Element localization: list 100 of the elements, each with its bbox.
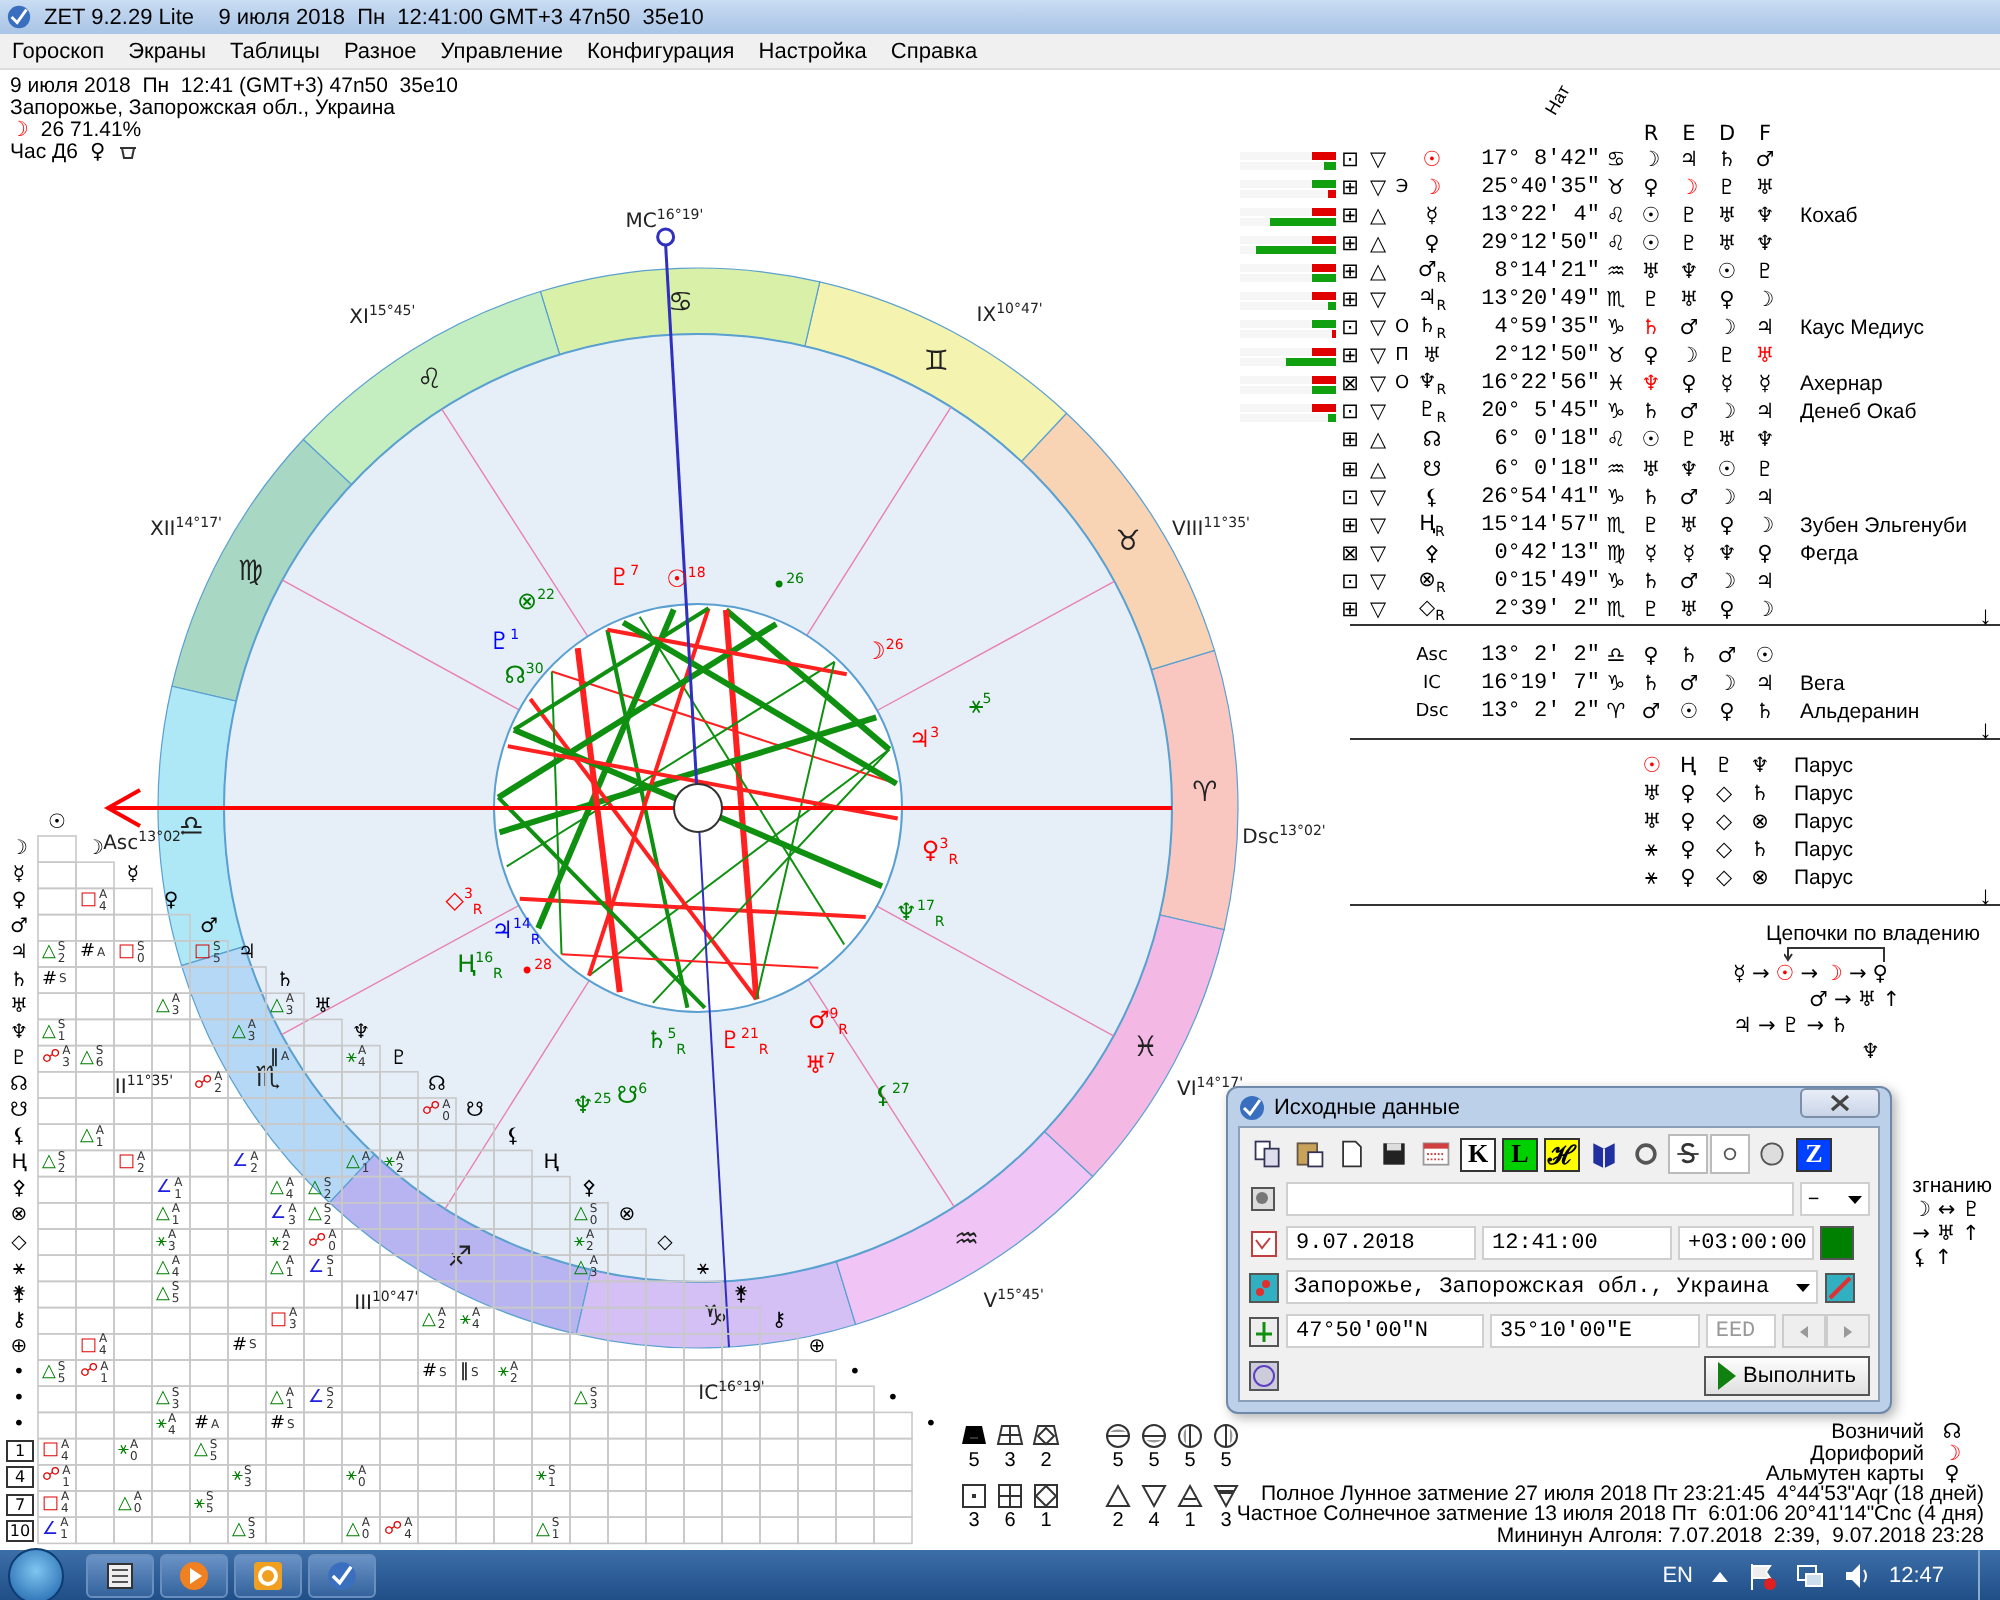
ruler-glyph: ♂	[1677, 316, 1701, 341]
planet-glyph: ♄	[1748, 837, 1772, 862]
dignity-glyph: ⊞	[1339, 204, 1361, 229]
longitude-field[interactable]: 35°10'00"E	[1490, 1314, 1700, 1348]
ruler-glyph: ♅	[1677, 597, 1701, 622]
app-taskbar-button[interactable]	[308, 1554, 376, 1598]
wheel-icon[interactable]	[1248, 1359, 1280, 1391]
menu-item[interactable]: Справка	[878, 39, 990, 63]
speaker-icon[interactable]	[1844, 1562, 1869, 1590]
menu-item[interactable]: Гороскоп	[0, 39, 117, 63]
planet-row-label: ◇	[9, 1229, 29, 1255]
dignity-glyph: ⊠	[1339, 372, 1361, 397]
planet-marker: •$^{26}$	[772, 569, 804, 597]
ruler-glyph: ♇	[1753, 457, 1777, 482]
column-header: E	[1680, 122, 1698, 146]
letter-tool-button[interactable]: ℋ	[1544, 1137, 1580, 1171]
letter-tool-button[interactable]: L	[1502, 1137, 1538, 1171]
ruler-glyph: ♅	[1715, 232, 1739, 257]
position-text: 26°54'41"	[1479, 485, 1600, 510]
sign-glyph: ♒	[1604, 260, 1628, 285]
time-field[interactable]: 12:41:00	[1482, 1226, 1672, 1260]
play-icon	[1717, 1361, 1736, 1389]
ruler-glyph: ♃	[1753, 569, 1777, 594]
latitude-field[interactable]: 47°50'00"N	[1286, 1314, 1485, 1348]
menu-item[interactable]: Настройка	[746, 39, 879, 63]
planet-row-label: ♄	[8, 967, 30, 993]
menu-item[interactable]: Таблицы	[218, 39, 332, 63]
calculator-taskbar-button[interactable]	[86, 1554, 154, 1598]
network-icon[interactable]	[1796, 1562, 1825, 1590]
planet-column-label: ♅	[312, 993, 334, 1020]
ruler-glyph: ☽	[1715, 485, 1739, 510]
ruler-glyph: ☉	[1639, 204, 1663, 229]
media-player-taskbar-button[interactable]	[160, 1554, 228, 1598]
chain-symbol: ↑	[1882, 987, 1900, 1014]
planet-column-label: ⊕	[806, 1333, 828, 1360]
star-name: Вега	[1798, 671, 1847, 696]
star-name: Зубен Эльгенуби	[1798, 513, 1969, 538]
status-indicator	[1820, 1226, 1854, 1260]
menu-item[interactable]: Экраны	[116, 39, 219, 63]
menu-item[interactable]: Управление	[428, 39, 575, 63]
name-field[interactable]	[1286, 1182, 1793, 1216]
start-button[interactable]	[8, 1548, 64, 1600]
planet-row-label: ♅	[8, 993, 30, 1020]
house-cusp-label: XII$^{14°17'}$	[149, 513, 222, 541]
element-glyph: △	[1367, 204, 1389, 229]
count-label: 5	[1112, 1450, 1124, 1474]
letter-tool-button[interactable]: Z	[1796, 1137, 1832, 1171]
scroll-down-arrow[interactable]: ↓	[1979, 715, 1992, 742]
scroll-down-arrow[interactable]: ↓	[1979, 601, 1992, 628]
count-label: 3	[1220, 1510, 1232, 1534]
half-circle-icon	[1212, 1422, 1240, 1450]
house-cusp-label: Dsc$^{13°02'}$	[1242, 822, 1326, 850]
office-taskbar-button[interactable]	[234, 1554, 302, 1598]
map-icon[interactable]	[1248, 1271, 1280, 1303]
dot-tool-button[interactable]	[1710, 1134, 1750, 1174]
planet-column-label: ☋	[464, 1098, 486, 1124]
app-icon	[1238, 1093, 1266, 1121]
planet-marker: ⚸$^{27}$	[874, 1079, 910, 1107]
letter-tool-button[interactable]: K	[1460, 1137, 1496, 1171]
planet-marker: ☋$^{6}$	[616, 1079, 648, 1107]
strike-tool-button[interactable]	[1668, 1134, 1708, 1174]
status-letter: О	[1392, 318, 1412, 339]
language-indicator[interactable]: EN	[1662, 1564, 1693, 1588]
zodiac-sign: ♉	[1115, 525, 1141, 558]
ruler-glyph: ♆	[1677, 260, 1701, 285]
dignity-glyph: ⊠	[1339, 541, 1361, 566]
timezone-field[interactable]: +03:00:00	[1678, 1226, 1814, 1260]
clock: 12:47	[1888, 1564, 1944, 1588]
location-dropdown[interactable]: Запорожье, Запорожская обл., Украина	[1286, 1270, 1818, 1304]
ruler-glyph: ☽	[1753, 513, 1777, 538]
planet-glyph: ⊗	[1749, 865, 1771, 890]
planet-marker: ♆$^{25}$	[572, 1089, 612, 1117]
ruler-glyph: ☽	[1715, 569, 1739, 594]
show-hidden-icons-icon[interactable]	[1712, 1571, 1729, 1581]
planet-column-label: ♀	[161, 888, 181, 915]
ruler-glyph: ♀	[1641, 176, 1661, 201]
menu-item[interactable]: Конфигурация	[574, 39, 747, 63]
zodiac-sign: ♒	[953, 1224, 979, 1257]
run-button[interactable]: Выполнить	[1703, 1355, 1870, 1395]
close-button[interactable]	[1800, 1088, 1880, 1118]
ruler-glyph: ☉	[1677, 699, 1701, 724]
moon-glyph: ☽	[10, 120, 29, 142]
people-icon[interactable]	[1248, 1183, 1280, 1215]
ruler-glyph: ♀	[1755, 541, 1775, 566]
half-circle-icon	[1176, 1422, 1204, 1450]
coordinates-icon[interactable]	[1248, 1315, 1280, 1347]
dignity-glyph: ⊞	[1339, 457, 1361, 482]
sign-glyph: ♏	[1604, 288, 1628, 313]
globe-icon[interactable]	[1824, 1271, 1856, 1303]
chain-symbol: →	[1806, 1013, 1824, 1040]
close-icon	[1830, 1094, 1850, 1112]
scroll-down-arrow[interactable]: ↓	[1979, 881, 1992, 908]
ruler-glyph: ♀	[1679, 372, 1699, 397]
ruler-glyph: ☽	[1639, 148, 1663, 173]
date-field[interactable]: 9.07.2018	[1286, 1226, 1476, 1260]
type-dropdown[interactable]: –	[1799, 1182, 1870, 1216]
menu-item[interactable]: Разное	[331, 39, 429, 63]
calendar-icon[interactable]	[1248, 1227, 1280, 1259]
checkmark-icon	[326, 1560, 358, 1592]
flag-icon[interactable]	[1748, 1562, 1777, 1590]
